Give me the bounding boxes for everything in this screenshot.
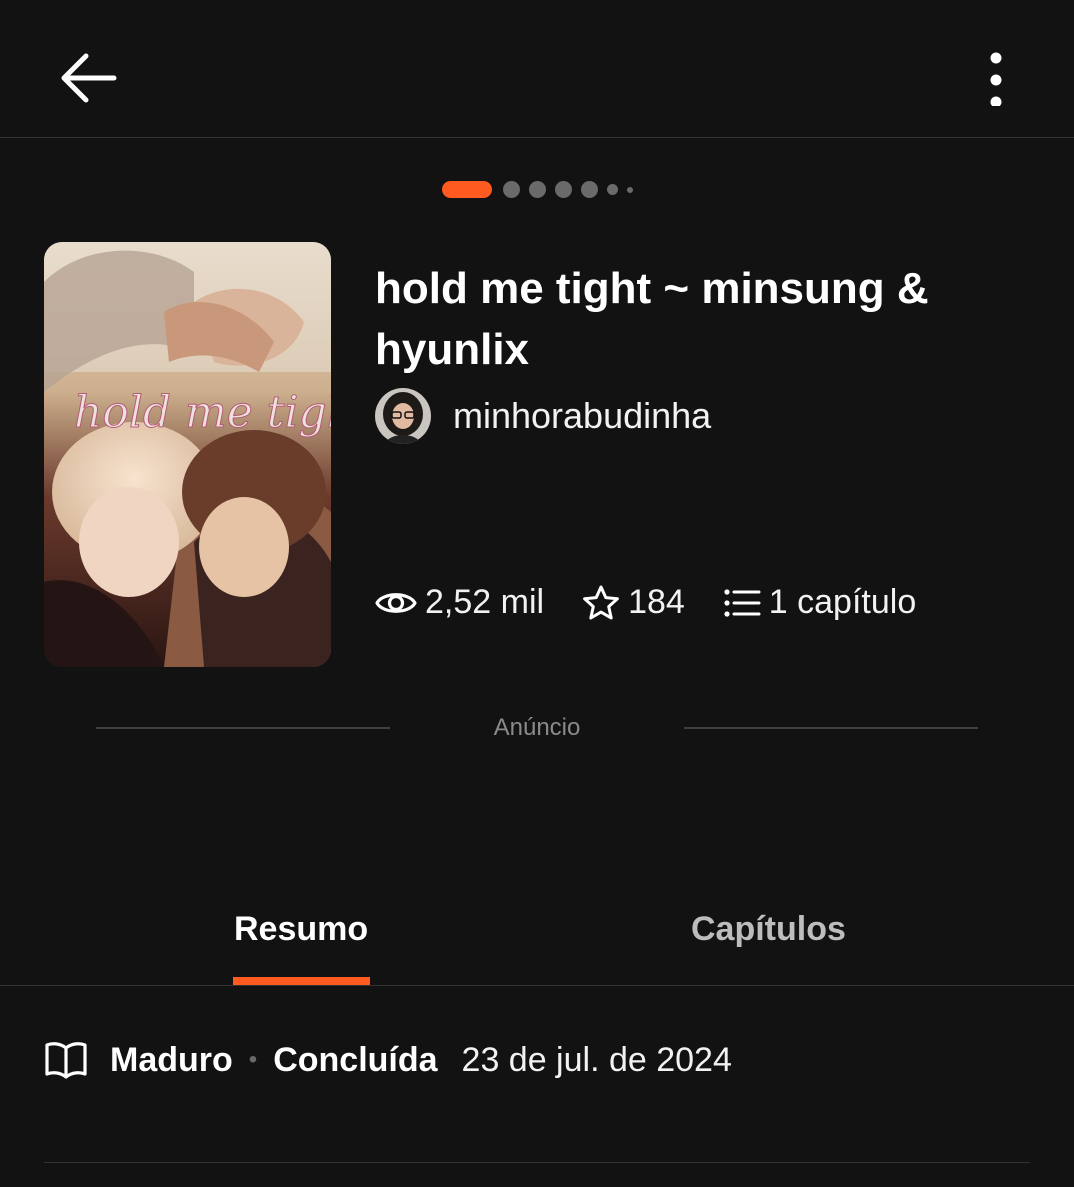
story-cover[interactable]: hold me tight bbox=[44, 242, 331, 667]
parts-stat: 1 capítulo bbox=[723, 583, 916, 622]
completion-date: 23 de jul. de 2024 bbox=[461, 1040, 732, 1079]
eye-icon bbox=[375, 592, 417, 613]
top-bar bbox=[0, 0, 1074, 138]
pager-dot-active[interactable] bbox=[441, 181, 492, 198]
story-title: hold me tight ~ minsung & hyunlix bbox=[375, 264, 929, 374]
pager-dot[interactable] bbox=[580, 181, 598, 198]
more-options-button[interactable] bbox=[970, 46, 1022, 110]
tab-capitulos[interactable]: Capítulos bbox=[691, 910, 846, 949]
arrow-left-icon bbox=[61, 53, 117, 103]
author-link[interactable]: minhorabudinha bbox=[375, 388, 711, 444]
list-icon bbox=[724, 588, 761, 617]
book-open-icon bbox=[45, 1042, 87, 1079]
reads-count: 2,52 mil bbox=[425, 583, 545, 621]
divider-line bbox=[684, 727, 978, 729]
ad-divider: Anúncio bbox=[96, 714, 978, 742]
meta-separator: • bbox=[248, 1046, 258, 1073]
votes-count: 184 bbox=[628, 583, 685, 621]
ad-label: Anúncio bbox=[493, 714, 581, 741]
pager-dot[interactable] bbox=[502, 181, 520, 198]
cover-image: hold me tight bbox=[44, 242, 331, 667]
active-tab-indicator bbox=[233, 977, 370, 985]
star-icon bbox=[583, 585, 619, 619]
more-vertical-icon bbox=[990, 52, 1002, 106]
reads-stat: 2,52 mil bbox=[375, 583, 544, 622]
tab-resumo[interactable]: Resumo bbox=[234, 910, 368, 949]
author-name: minhorabudinha bbox=[453, 395, 712, 436]
story-meta: Maduro • Concluída 23 de jul. de 2024 bbox=[44, 1040, 732, 1080]
pager-dot[interactable] bbox=[554, 181, 572, 198]
story-stats: 2,52 mil 184 1 capítulo bbox=[375, 583, 916, 622]
carousel-pager bbox=[0, 181, 1074, 198]
tab-bar: Resumo Capítulos bbox=[0, 870, 1074, 986]
pager-dot[interactable] bbox=[606, 184, 618, 195]
pager-dot[interactable] bbox=[528, 181, 546, 198]
completion-status: Concluída bbox=[273, 1040, 438, 1079]
pager-dot[interactable] bbox=[626, 186, 633, 193]
back-button[interactable] bbox=[56, 46, 120, 110]
cover-title-text: hold me tight bbox=[74, 387, 331, 438]
maturity-rating: Maduro bbox=[110, 1040, 233, 1079]
divider-line bbox=[96, 727, 390, 729]
avatar bbox=[375, 388, 431, 444]
votes-stat: 184 bbox=[582, 583, 685, 622]
parts-count: 1 capítulo bbox=[768, 583, 917, 621]
section-divider bbox=[44, 1162, 1030, 1163]
